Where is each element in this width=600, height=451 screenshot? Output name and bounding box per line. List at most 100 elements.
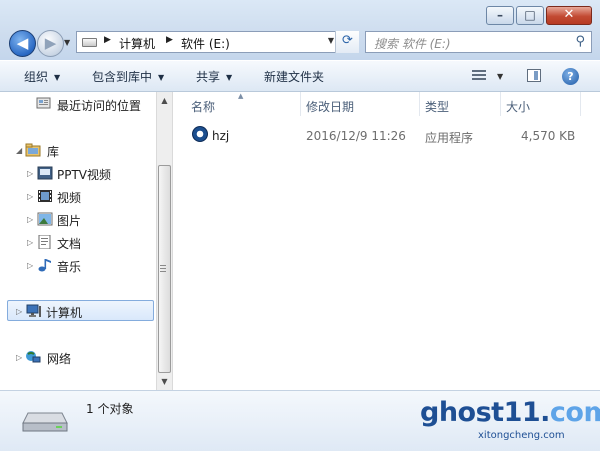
minimize-icon: – [497, 8, 503, 22]
recent-pages-dropdown[interactable]: ▼ [64, 38, 70, 47]
nav-recent-label: 最近访问的位置 [57, 99, 142, 113]
nav-library-label: PPTV视频 [57, 168, 112, 182]
arrow-right-icon: ▶ [44, 34, 57, 52]
recent-places-icon [36, 97, 51, 109]
expanded-arrow-icon[interactable]: ◢ [16, 146, 22, 155]
share-menu[interactable]: 共享 ▼ [196, 68, 232, 85]
sort-ascending-icon: ▲ [238, 92, 244, 100]
file-name: hzj [212, 129, 230, 143]
collapsed-arrow-icon[interactable]: ▷ [27, 215, 33, 224]
breadcrumb-computer[interactable]: 计算机 [119, 35, 155, 52]
include-in-library-label: 包含到库中 [92, 70, 153, 84]
file-size: 4,570 KB [521, 129, 576, 143]
nav-network[interactable]: ▷ 网络 [0, 347, 154, 368]
arrow-left-icon: ◀ [16, 34, 29, 52]
network-icon [26, 351, 41, 363]
include-in-library-menu[interactable]: 包含到库中 ▼ [92, 68, 164, 85]
organize-menu[interactable]: 组织 ▼ [24, 68, 60, 85]
title-bar: – □ ✕ ◀ ▶ ▼ ▶ 计算机 ▶ 软件 (E:) ▼ ⟳ 搜索 软件 (E… [0, 0, 600, 60]
caret-down-icon: ▼ [158, 73, 165, 82]
column-header-name[interactable]: 名称 [191, 98, 215, 115]
scrollbar-grip-icon [160, 265, 166, 274]
nav-computer[interactable]: ▷ 计算机 [7, 300, 154, 321]
caret-down-icon: ▼ [226, 73, 233, 82]
nav-library-label: 音乐 [57, 260, 82, 274]
collapsed-arrow-icon[interactable]: ▷ [27, 238, 33, 247]
nav-library-documents[interactable]: ▷ 文档 [0, 232, 154, 253]
scroll-down-icon[interactable]: ▼ [157, 377, 172, 386]
library-icon [25, 143, 41, 157]
application-icon [192, 126, 208, 142]
share-label: 共享 [196, 70, 221, 84]
column-divider[interactable] [500, 92, 501, 116]
chevron-right-icon[interactable]: ▶ [166, 35, 173, 45]
collapsed-arrow-icon[interactable]: ▷ [16, 353, 22, 362]
breadcrumb-drive-e[interactable]: 软件 (E:) [181, 35, 230, 52]
chevron-right-icon[interactable]: ▶ [104, 35, 111, 45]
nav-library-label: 文档 [57, 237, 82, 251]
maximize-icon: □ [524, 8, 536, 22]
nav-library-label: 图片 [57, 214, 82, 228]
hard-drive-icon [22, 412, 68, 432]
column-divider[interactable] [300, 92, 301, 116]
column-header-modified[interactable]: 修改日期 [306, 98, 354, 115]
column-divider[interactable] [580, 92, 581, 116]
nav-computer-label: 计算机 [46, 306, 83, 320]
pptv-video-icon [37, 166, 53, 180]
collapsed-arrow-icon[interactable]: ▷ [27, 192, 33, 201]
nav-libraries-label: 库 [47, 145, 60, 159]
view-options-dropdown[interactable]: ▼ [497, 72, 503, 81]
item-count: 1 个对象 [86, 402, 134, 416]
drive-icon [82, 38, 97, 47]
nav-libraries[interactable]: ◢ 库 [0, 140, 154, 161]
forward-button[interactable]: ▶ [37, 30, 64, 57]
nav-recent-places[interactable]: 最近访问的位置 [0, 94, 154, 115]
organize-label: 组织 [24, 70, 49, 84]
close-button[interactable]: ✕ [546, 6, 592, 25]
nav-network-label: 网络 [47, 352, 72, 366]
address-bar[interactable]: ▶ 计算机 ▶ 软件 (E:) ▼ [76, 31, 359, 53]
navigation-pane: 最近访问的位置 ◢ 库 ▷ PPTV视频 ▷ 视频 ▷ 图片 ▷ 文档 ▷ 音乐… [0, 92, 156, 390]
navigation-scrollbar[interactable]: ▲ ▼ [156, 92, 173, 390]
refresh-button[interactable]: ⟳ [335, 31, 359, 53]
search-placeholder: 搜索 软件 (E:) [374, 37, 451, 51]
command-bar: 组织 ▼ 包含到库中 ▼ 共享 ▼ 新建文件夹 ▼ ? [0, 61, 600, 92]
column-header-size[interactable]: 大小 [506, 98, 530, 115]
collapsed-arrow-icon[interactable]: ▷ [27, 261, 33, 270]
search-icon[interactable]: ⚲ [575, 34, 585, 49]
watermark-sub: xitongcheng.com [478, 430, 565, 441]
computer-icon [26, 304, 41, 317]
collapsed-arrow-icon[interactable]: ▷ [27, 169, 33, 178]
nav-library-label: 视频 [57, 191, 82, 205]
back-button[interactable]: ◀ [9, 30, 36, 57]
watermark-logo: ghost11.com xitongcheng.com [420, 395, 600, 450]
search-box[interactable]: 搜索 软件 (E:) ⚲ [365, 31, 592, 53]
caret-down-icon: ▼ [54, 73, 61, 82]
window-controls: – □ ✕ [484, 6, 592, 25]
file-modified: 2016/12/9 11:26 [306, 129, 406, 143]
nav-library-videos[interactable]: ▷ 视频 [0, 186, 154, 207]
column-header-type[interactable]: 类型 [425, 98, 449, 115]
video-icon [38, 190, 52, 202]
collapsed-arrow-icon[interactable]: ▷ [16, 307, 22, 316]
column-divider[interactable] [419, 92, 420, 116]
nav-library-pptv[interactable]: ▷ PPTV视频 [0, 163, 154, 184]
view-options-icon[interactable] [472, 70, 486, 82]
file-row[interactable]: hzj 2016/12/9 11:26 应用程序 4,570 KB [186, 124, 586, 146]
watermark-main: ghost11. [420, 397, 550, 428]
preview-pane-button[interactable] [527, 69, 541, 82]
new-folder-button[interactable]: 新建文件夹 [264, 68, 324, 85]
picture-icon [37, 212, 53, 226]
scroll-up-icon[interactable]: ▲ [157, 96, 172, 105]
watermark-tail: com [549, 397, 600, 428]
file-list: 名称 ▲ 修改日期 类型 大小 hzj 2016/12/9 11:26 应用程序… [174, 92, 600, 390]
help-button[interactable]: ? [562, 68, 579, 85]
refresh-icon: ⟳ [342, 33, 353, 48]
nav-library-music[interactable]: ▷ 音乐 [0, 255, 154, 276]
music-note-icon [38, 259, 51, 272]
maximize-button[interactable]: □ [516, 6, 544, 25]
minimize-button[interactable]: – [486, 6, 514, 25]
address-history-dropdown[interactable]: ▼ [328, 36, 334, 45]
column-name-label: 名称 [191, 100, 216, 114]
nav-library-pictures[interactable]: ▷ 图片 [0, 209, 154, 230]
